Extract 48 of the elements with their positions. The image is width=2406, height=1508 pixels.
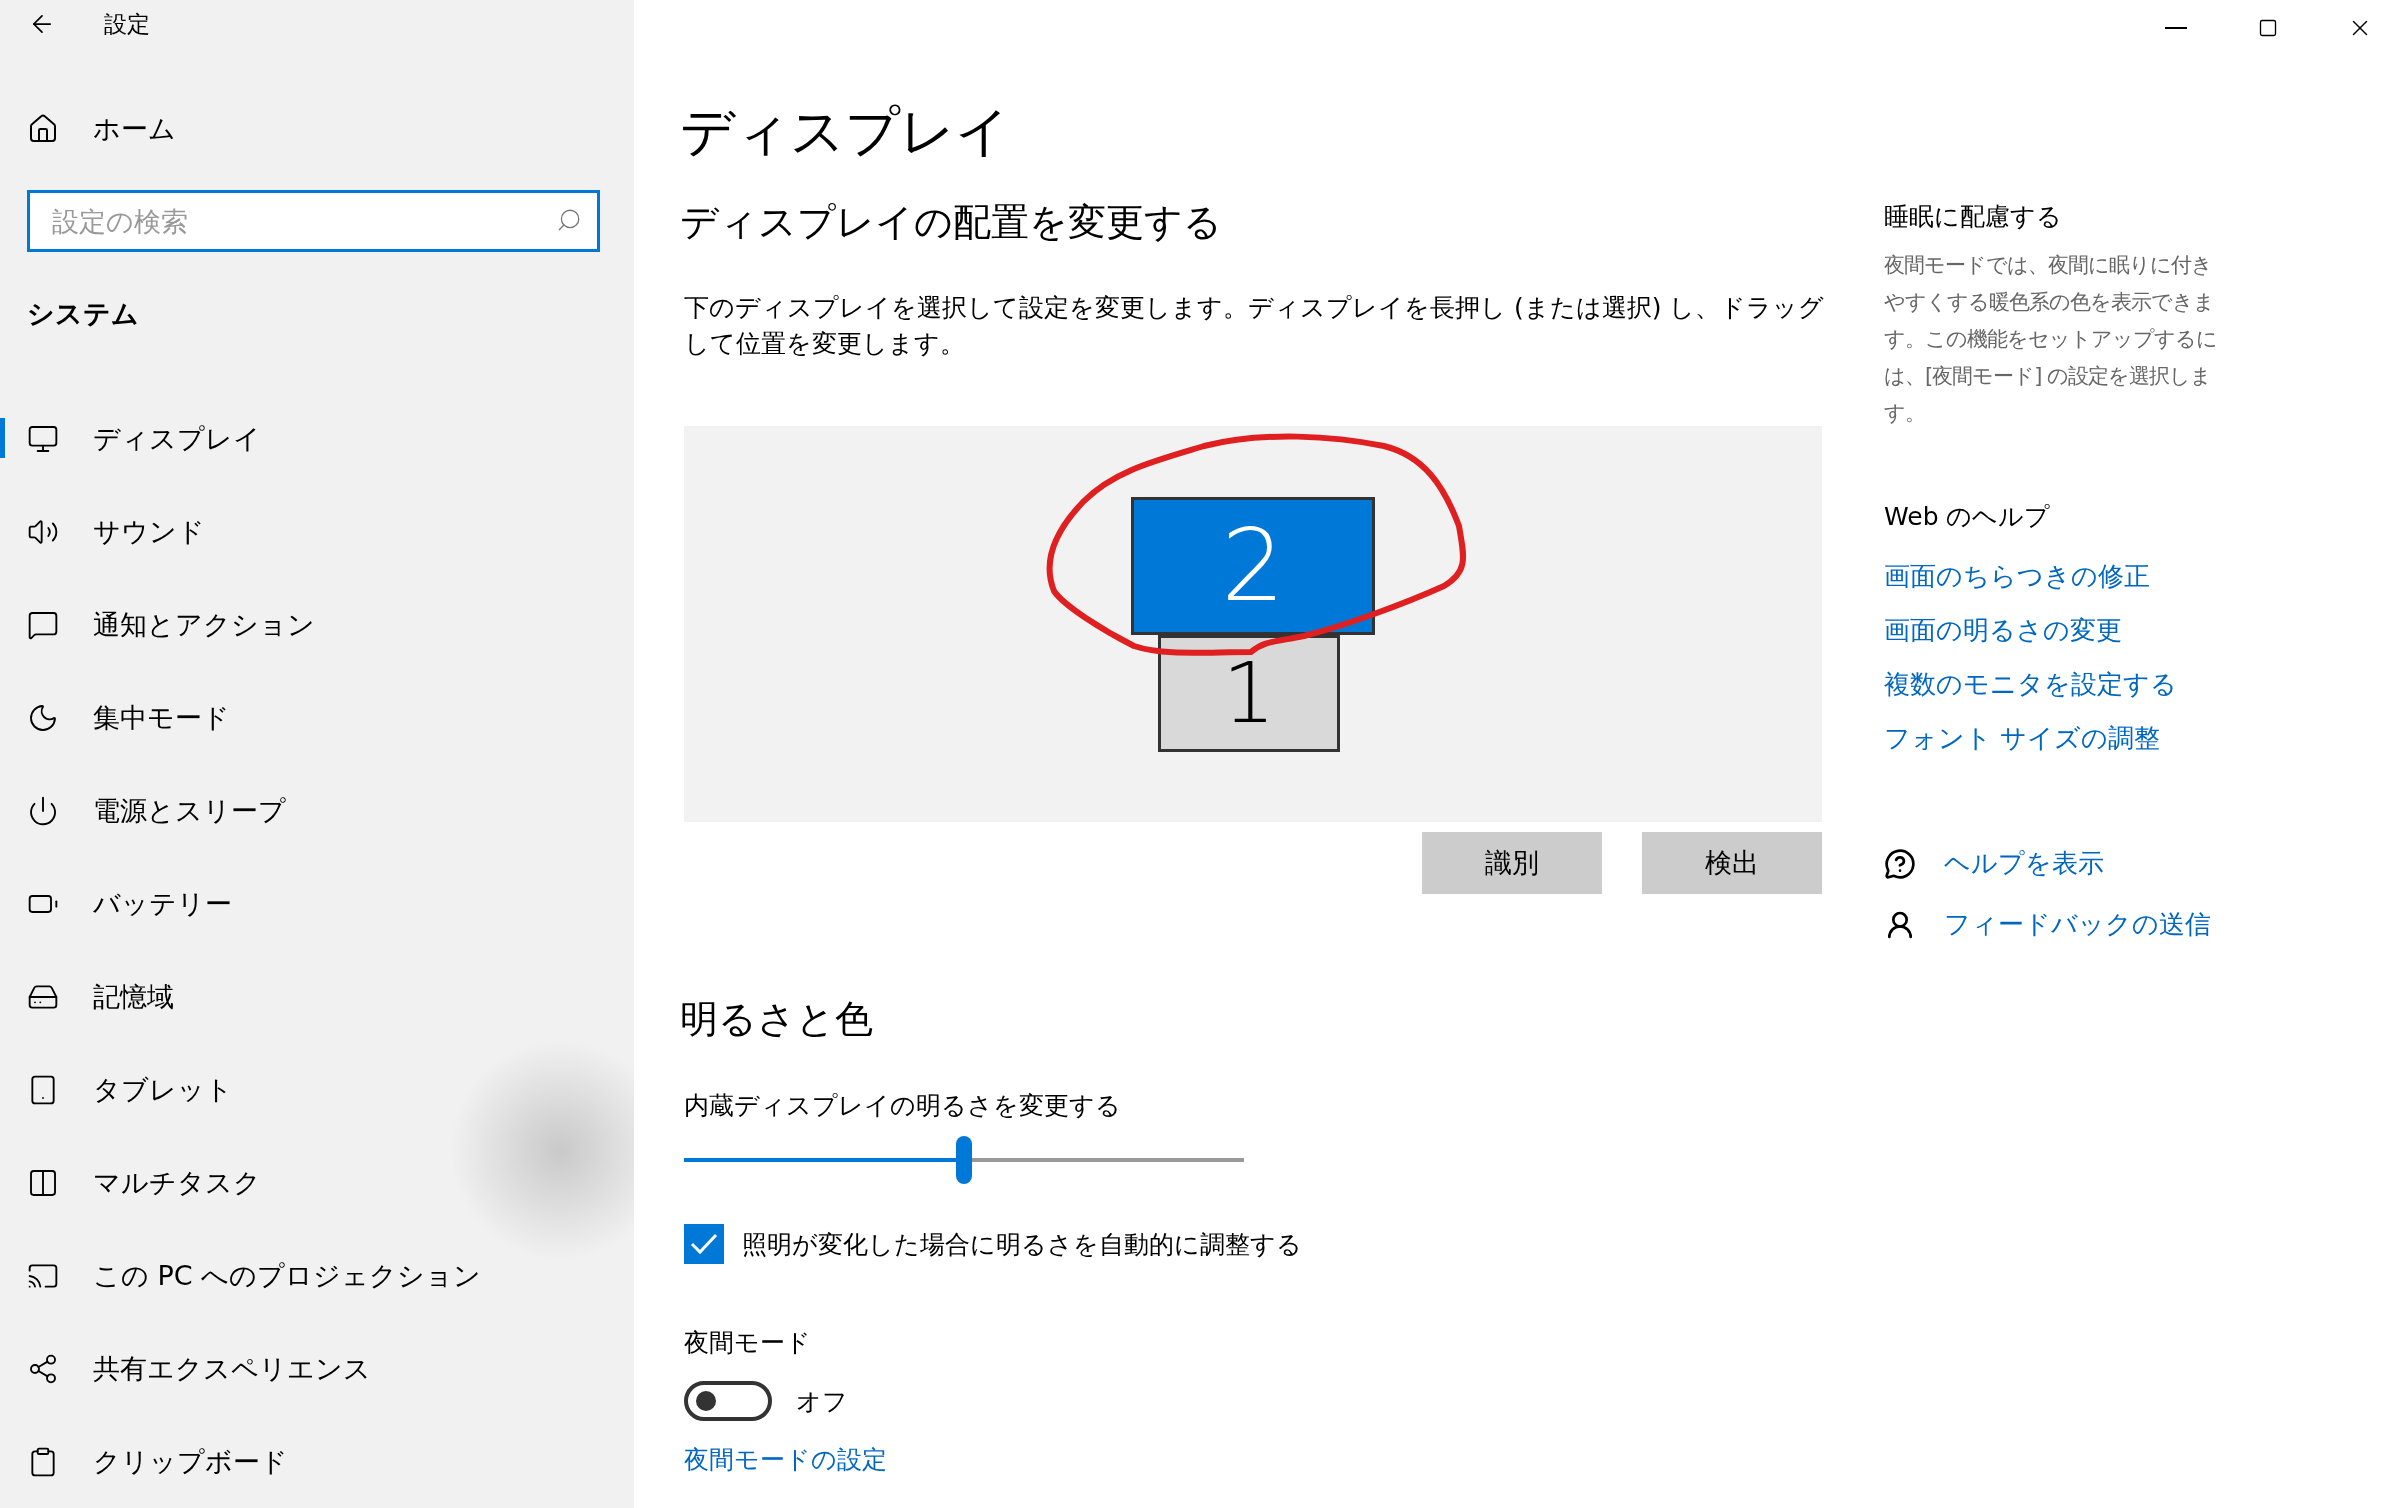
action-button[interactable]: 識別 — [1422, 832, 1602, 894]
section-heading: システム — [26, 297, 140, 331]
network-icon — [27, 1352, 59, 1385]
section-heading: ディスプレイの配置を変更する — [680, 199, 1223, 246]
slider-label: 内蔵ディスプレイの明るさを変更する — [684, 1090, 1122, 1122]
search-field[interactable]: 設定の検索 — [27, 190, 600, 252]
action-button[interactable]: 検出 — [1642, 832, 1822, 894]
checkmark-icon — [689, 1232, 719, 1256]
sidebar-item[interactable]: マルチタスク — [0, 1136, 634, 1229]
sidebar-item[interactable]: タブレット — [0, 1043, 634, 1136]
sidebar-item[interactable]: 集中モード — [0, 671, 634, 764]
toggle-state-text: オフ — [796, 1385, 848, 1418]
sidebar-item[interactable]: サウンド — [0, 485, 634, 578]
checkbox[interactable] — [684, 1224, 724, 1264]
sidebar-item[interactable]: 電源とスリープ — [0, 764, 634, 857]
section-heading: 明るさと色 — [680, 996, 874, 1043]
toggle-switch[interactable] — [684, 1381, 772, 1421]
monitor-tile[interactable]: 2 — [1131, 496, 1375, 635]
help-link[interactable]: フィードバックの送信 — [1944, 907, 2211, 942]
power-icon — [27, 794, 59, 827]
minimize-icon — [2165, 27, 2187, 29]
sidebar-item[interactable]: 記憶域 — [0, 950, 634, 1043]
help-link[interactable]: ヘルプを表示 — [1944, 846, 2104, 881]
side-heading: 睡眠に配慮する — [1884, 201, 2063, 233]
description-text: 下のディスプレイを選択して設定を変更します。ディスプレイを長押し (または選択) し、ドラッグして位置を変更します。 — [684, 292, 1826, 360]
help-link[interactable]: 画面のちらつきの修正 — [1884, 561, 2150, 591]
help-link[interactable]: フォント サイズの調整 — [1884, 723, 2161, 753]
help-link[interactable]: 画面の明るさの変更 — [1884, 615, 2122, 645]
page-title: ディスプレイ — [680, 99, 1011, 165]
brightness-slider[interactable] — [684, 1136, 1244, 1184]
toggle-label: 夜間モード — [684, 1327, 812, 1359]
slider-thumb[interactable] — [956, 1136, 972, 1184]
checkbox-label: 照明が変化した場合に明るさを自動的に調整する — [742, 1228, 1302, 1261]
sidebar-item[interactable]: 通知とアクション — [0, 578, 634, 671]
help-link[interactable]: 複数のモニタを設定する — [1884, 669, 2177, 699]
sidebar-item[interactable]: この PC へのプロジェクション — [0, 1229, 634, 1322]
home-nav-item[interactable]: ホーム — [0, 106, 634, 152]
side-heading: Web のヘルプ — [1884, 501, 2052, 533]
monitor-tile[interactable]: 1 — [1158, 634, 1340, 752]
help-bubble-icon — [1884, 847, 1916, 880]
search-icon — [556, 207, 582, 233]
sidebar-item[interactable]: クリップボード — [0, 1415, 634, 1508]
window-title: 設定 — [104, 9, 150, 39]
sidebar-item[interactable]: バッテリー — [0, 857, 634, 950]
maximize-icon — [2258, 18, 2278, 38]
settings-link[interactable]: 夜間モードの設定 — [684, 1445, 887, 1474]
sidebar-item[interactable]: 共有エクスペリエンス — [0, 1322, 634, 1415]
side-description: 夜間モードでは、夜間に眠りに付きやすくする暖色系の色を表示できます。この機能をセットアップするには、[夜間モード] の設定を選択します。 — [1884, 252, 2218, 427]
